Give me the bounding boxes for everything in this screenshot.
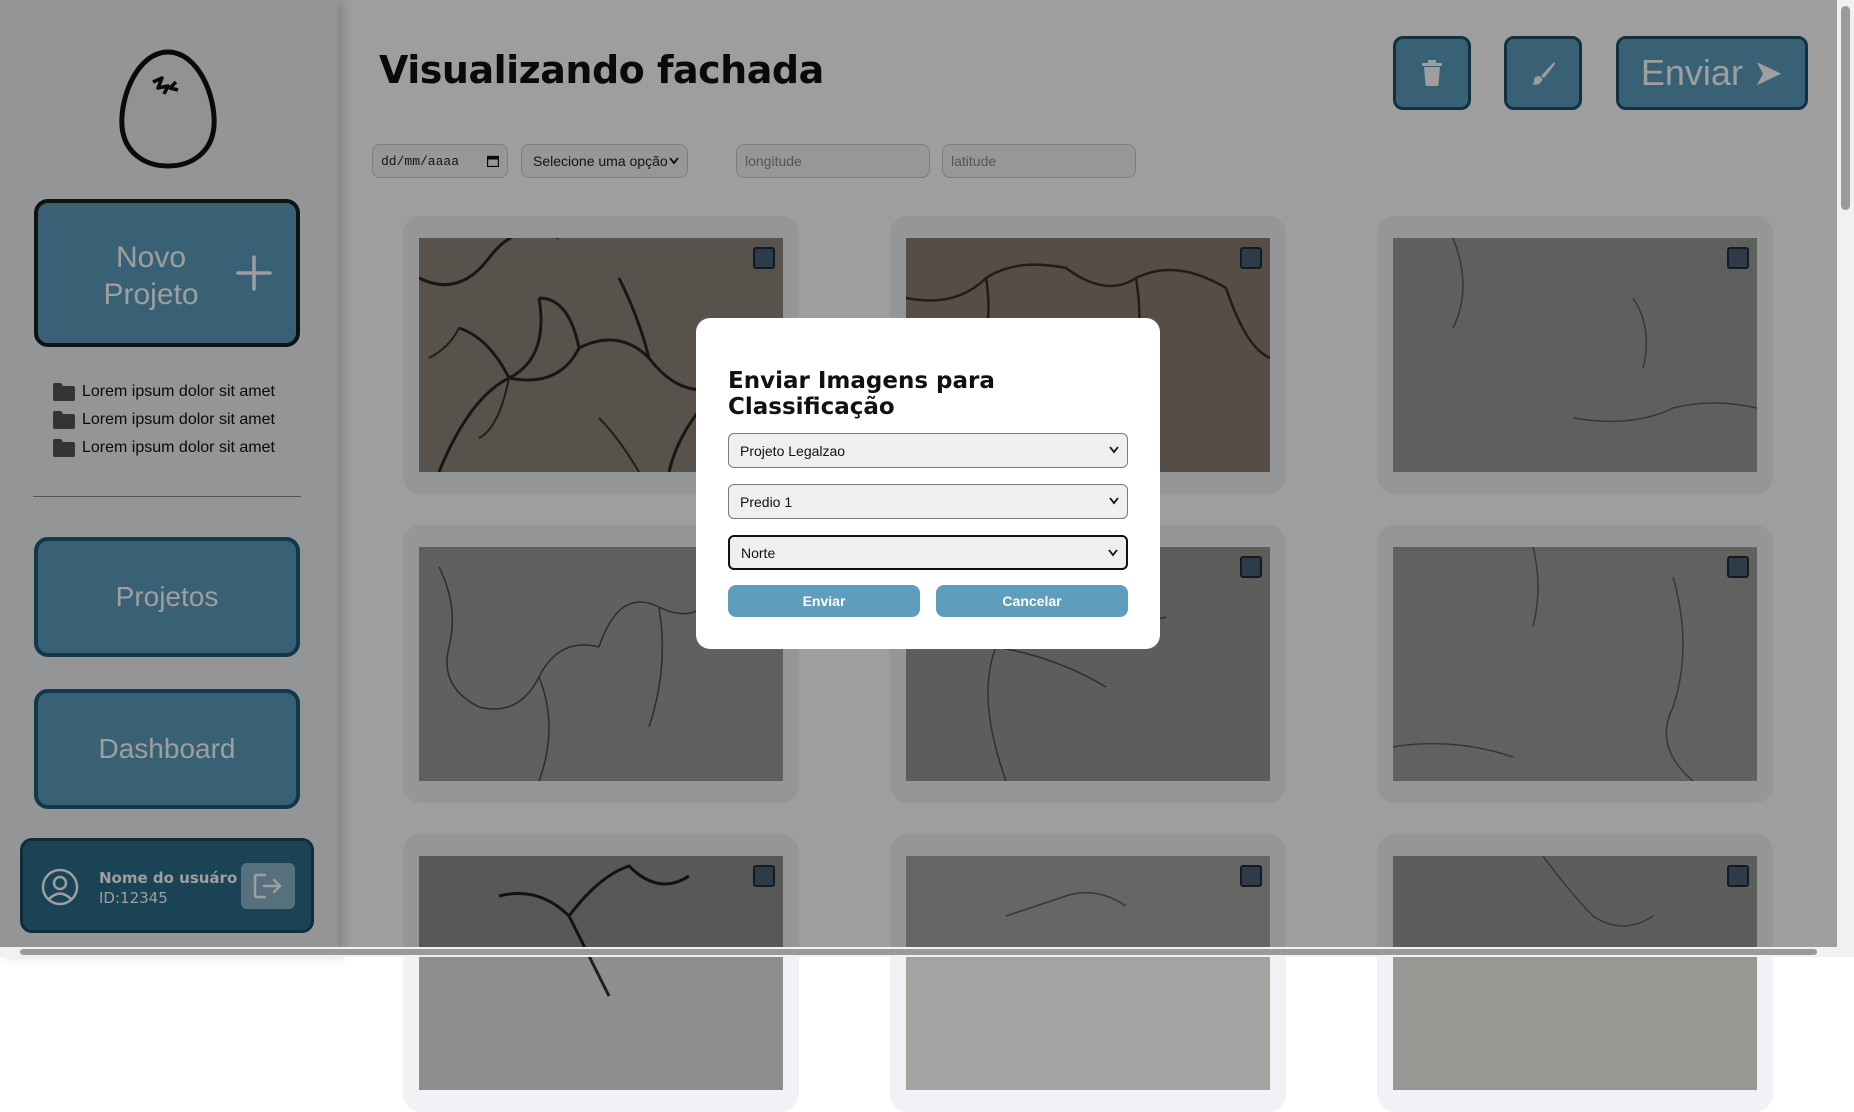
vertical-scrollbar[interactable]	[1837, 0, 1854, 957]
send-images-modal: Enviar Imagens para Classificação Projet…	[696, 318, 1160, 649]
project-select-value: Projeto Legalzao	[740, 442, 846, 459]
chevron-down-icon	[1109, 497, 1119, 505]
horizontal-scrollbar[interactable]	[0, 947, 1837, 957]
facade-select-value: Norte	[741, 544, 776, 561]
chevron-down-icon	[1109, 446, 1119, 454]
modal-send-button[interactable]: Enviar	[728, 585, 920, 617]
building-select-value: Predio 1	[740, 493, 793, 510]
modal-title: Enviar Imagens para Classificação	[728, 368, 995, 420]
scrollbar-thumb[interactable]	[20, 949, 1817, 955]
chevron-down-icon	[1108, 549, 1118, 557]
building-select[interactable]: Predio 1	[728, 484, 1128, 519]
scrollbar-thumb[interactable]	[1841, 6, 1850, 210]
project-select[interactable]: Projeto Legalzao	[728, 433, 1128, 468]
modal-cancel-button[interactable]: Cancelar	[936, 585, 1128, 617]
app-window: Novo Projeto Lorem ipsum dolor sit amet …	[0, 0, 1854, 1112]
facade-select[interactable]: Norte	[728, 535, 1128, 570]
